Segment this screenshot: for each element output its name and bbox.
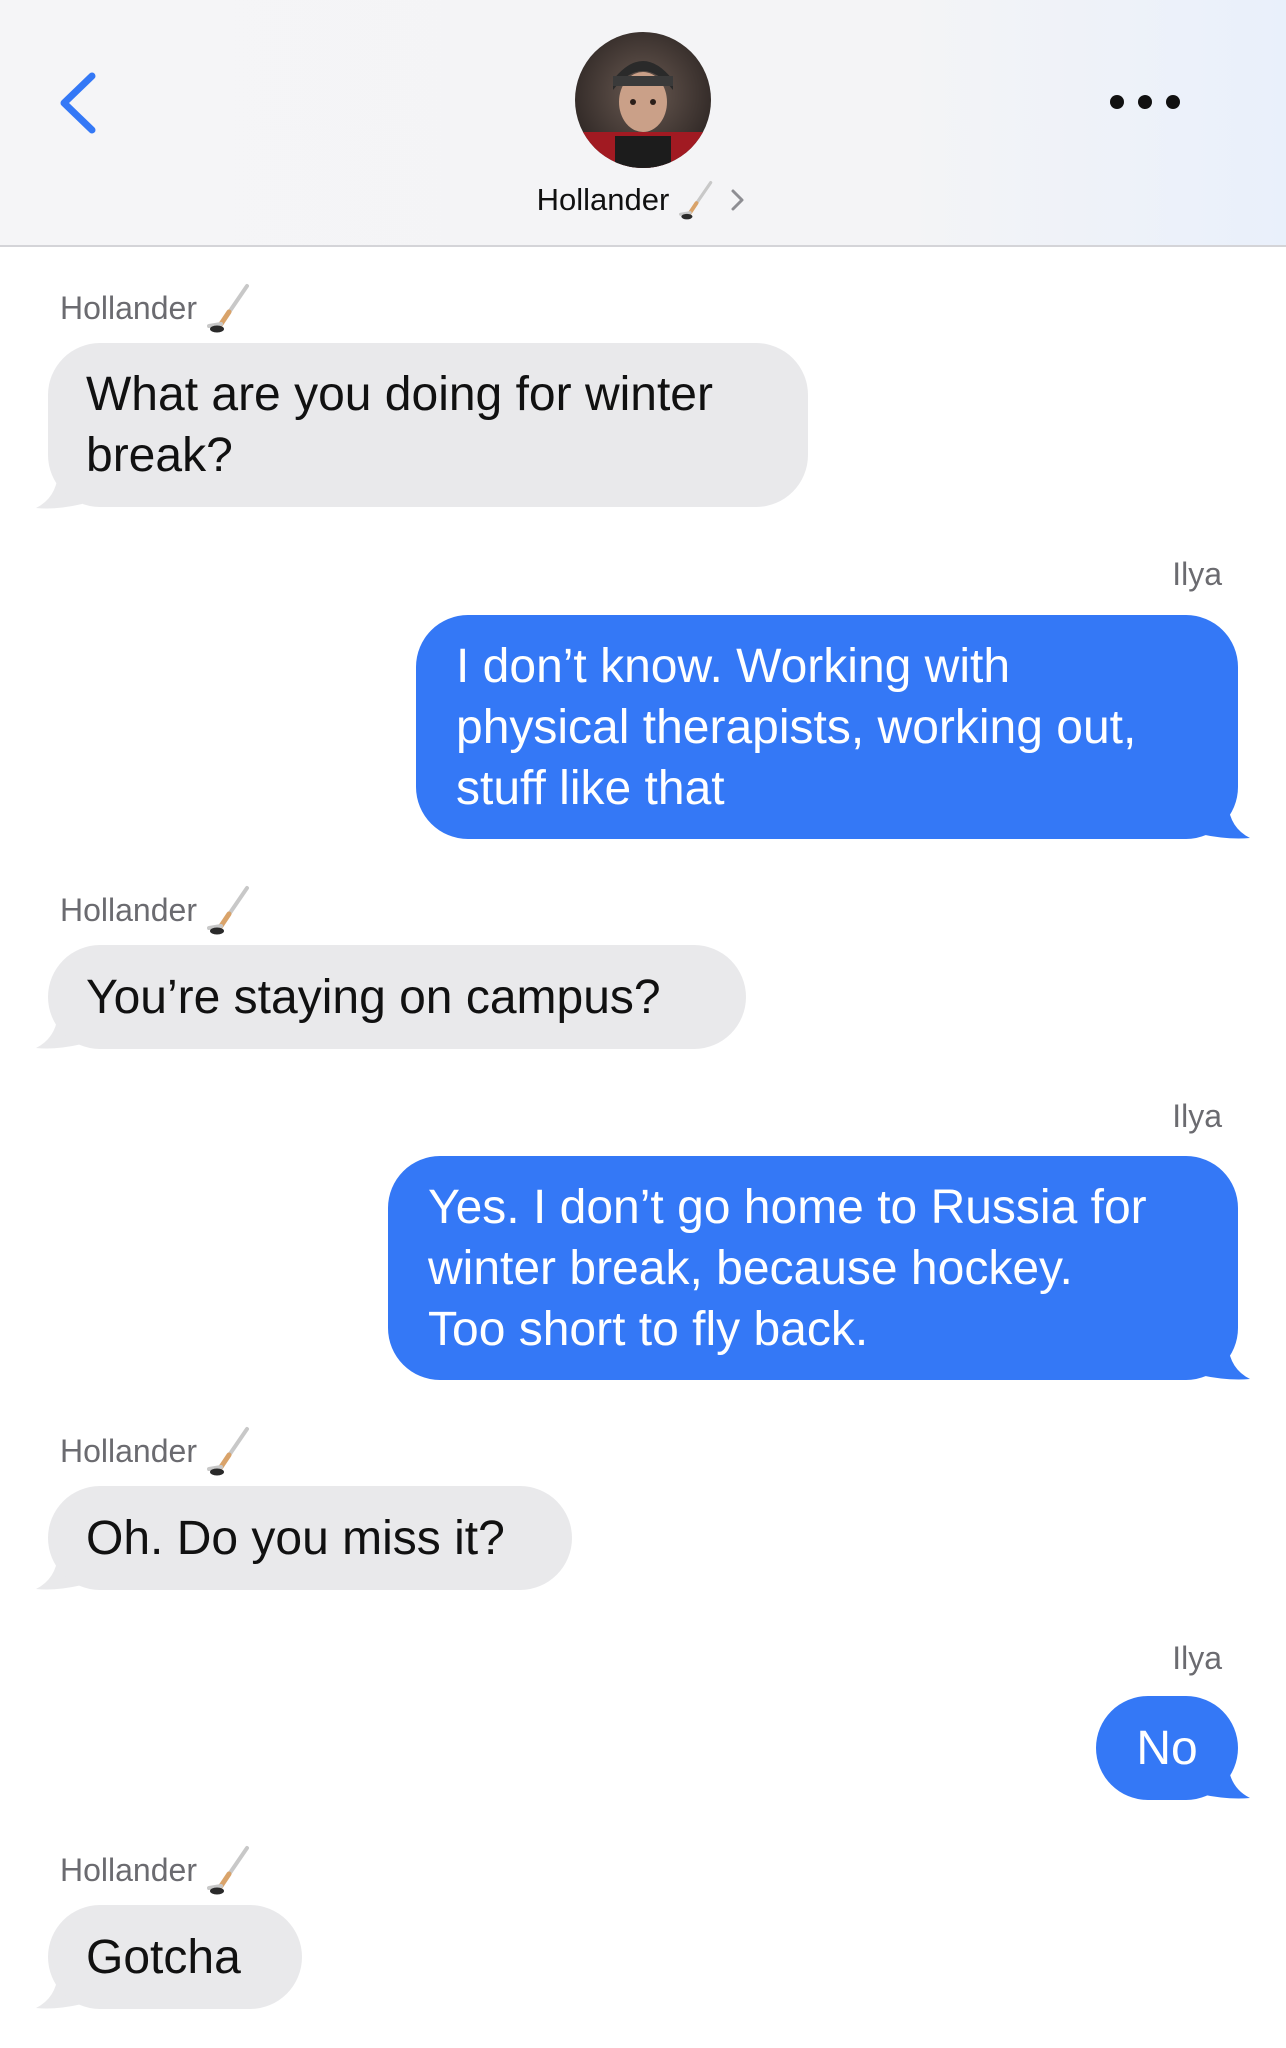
message-text: Gotcha bbox=[86, 1930, 241, 1984]
sender-name: Ilya bbox=[1172, 556, 1222, 592]
sender-name: Hollander bbox=[60, 1432, 197, 1469]
message-text: What are you doing for winter break? bbox=[86, 368, 713, 482]
ellipsis-icon bbox=[1110, 95, 1124, 109]
message-bubble-incoming[interactable]: Gotcha bbox=[48, 1905, 302, 2009]
contact-avatar[interactable] bbox=[575, 32, 711, 168]
sender-name: Ilya bbox=[1172, 1640, 1222, 1676]
chevron-left-icon bbox=[60, 72, 96, 134]
sender-label: Hollander bbox=[60, 884, 255, 936]
hockey-stick-icon bbox=[679, 180, 713, 220]
sender-label: Hollander bbox=[60, 1844, 255, 1896]
message-bubble-incoming[interactable]: You’re staying on campus? bbox=[48, 945, 746, 1049]
message-bubble-outgoing[interactable]: No bbox=[1096, 1696, 1238, 1800]
hockey-stick-icon bbox=[206, 1846, 249, 1895]
hockey-stick-icon bbox=[206, 284, 249, 333]
message-text: Yes. I don’t go home to Russia for winte… bbox=[428, 1180, 1147, 1356]
back-button[interactable] bbox=[52, 68, 112, 138]
sender-name: Hollander bbox=[60, 1851, 197, 1888]
message-bubble-outgoing[interactable]: I don’t know. Working with physical ther… bbox=[416, 615, 1238, 839]
sender-label: Ilya bbox=[1172, 1640, 1222, 1677]
sender-label: Hollander bbox=[60, 1425, 255, 1477]
contact-name-row[interactable]: Hollander bbox=[0, 176, 1286, 224]
message-bubble-incoming[interactable]: Oh. Do you miss it? bbox=[48, 1486, 572, 1590]
chevron-right-icon bbox=[731, 189, 744, 211]
message-bubble-outgoing[interactable]: Yes. I don’t go home to Russia for winte… bbox=[388, 1156, 1238, 1380]
message-text: You’re staying on campus? bbox=[86, 970, 661, 1024]
sender-name: Hollander bbox=[60, 289, 197, 326]
hockey-stick-icon bbox=[206, 1427, 249, 1476]
sender-label: Ilya bbox=[1172, 1098, 1222, 1135]
message-text: I don’t know. Working with physical ther… bbox=[456, 639, 1137, 815]
sender-label: Ilya bbox=[1172, 556, 1222, 593]
hockey-stick-icon bbox=[206, 886, 249, 935]
message-text: Oh. Do you miss it? bbox=[86, 1511, 505, 1565]
sender-name: Ilya bbox=[1172, 1098, 1222, 1134]
message-bubble-incoming[interactable]: What are you doing for winter break? bbox=[48, 343, 808, 507]
more-options-button[interactable] bbox=[1110, 90, 1180, 114]
sender-label: Hollander bbox=[60, 282, 255, 334]
message-text: No bbox=[1136, 1721, 1198, 1775]
conversation-header: Hollander bbox=[0, 0, 1286, 247]
contact-name: Hollander bbox=[536, 182, 670, 217]
sender-name: Hollander bbox=[60, 891, 197, 928]
